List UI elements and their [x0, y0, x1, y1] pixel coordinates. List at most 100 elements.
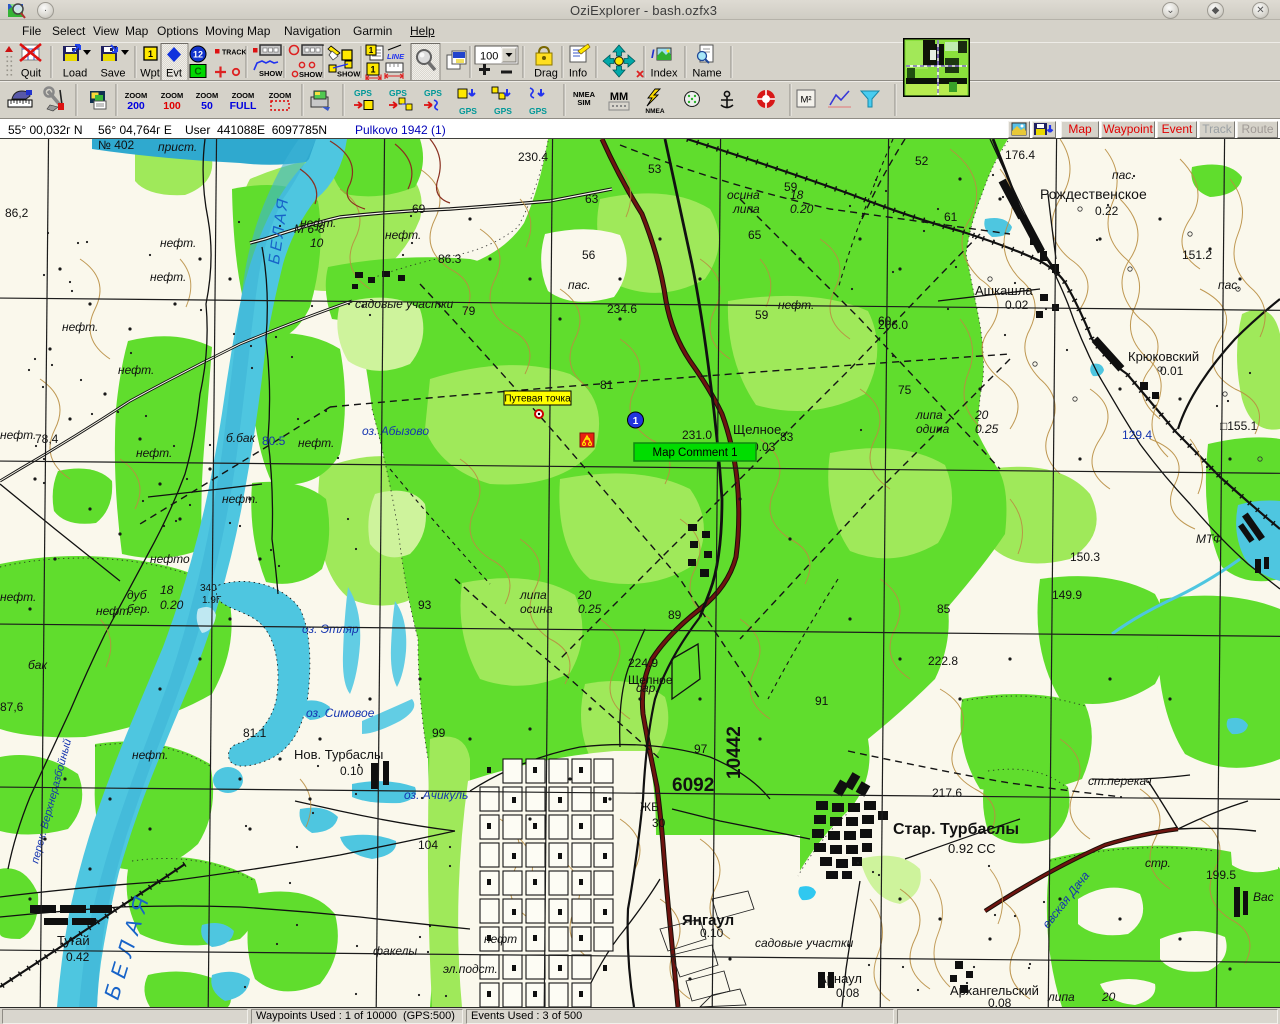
svg-text:53: 53	[648, 162, 662, 176]
svg-text:56: 56	[582, 248, 596, 262]
svg-text:Quit: Quit	[21, 68, 41, 80]
svg-text:нефто: нефто	[150, 552, 190, 566]
svg-text:эл.подст.: эл.подст.	[443, 962, 498, 976]
svg-text:0.22: 0.22	[1095, 204, 1119, 218]
svg-text:пас.: пас.	[1218, 278, 1241, 292]
svg-text:одина: одина	[916, 422, 950, 436]
svg-text:GPS: GPS	[494, 106, 512, 116]
svg-text:30: 30	[652, 816, 666, 830]
svg-text:20: 20	[974, 408, 989, 422]
svg-text:NMEA: NMEA	[645, 108, 664, 115]
svg-text:Ашкашла: Ашкашла	[975, 283, 1033, 298]
svg-text:SIM: SIM	[577, 98, 590, 107]
svg-text:1: 1	[148, 49, 153, 59]
svg-text:липа: липа	[915, 408, 943, 422]
svg-text:0.25: 0.25	[975, 422, 999, 436]
svg-text:63: 63	[585, 192, 599, 206]
svg-text:176.4: 176.4	[1005, 148, 1035, 162]
svg-text:100: 100	[480, 51, 498, 63]
svg-text:0.20: 0.20	[790, 202, 814, 216]
svg-text:Арнаул: Арнаул	[818, 971, 862, 986]
svg-text:1: 1	[633, 416, 639, 427]
svg-text:оз. Абызово: оз. Абызово	[362, 424, 429, 438]
svg-text:нефт: нефт	[484, 932, 517, 946]
svg-text:89: 89	[668, 608, 682, 622]
svg-text:59: 59	[784, 180, 798, 194]
svg-text:50: 50	[201, 100, 213, 112]
svg-text:97: 97	[694, 742, 708, 756]
svg-text:340: 340	[200, 583, 217, 594]
svg-text:83: 83	[780, 430, 794, 444]
svg-text:78,4: 78,4	[35, 432, 59, 446]
svg-text:81.1: 81.1	[243, 726, 267, 740]
svg-text:ZOOM: ZOOM	[196, 91, 219, 100]
svg-text:222.8: 222.8	[928, 654, 958, 668]
svg-text:нефт.: нефт.	[160, 236, 196, 250]
svg-text:нефт.: нефт.	[0, 428, 36, 442]
svg-text:12: 12	[193, 50, 203, 60]
svg-text:садовые участки: садовые участки	[355, 297, 454, 311]
svg-text:87,6: 87,6	[0, 700, 24, 714]
svg-text:Save: Save	[100, 68, 125, 80]
svg-text:□155.1: □155.1	[1220, 419, 1258, 433]
svg-text:оз. Ачикуль: оз. Ачикуль	[404, 788, 468, 802]
svg-text:18: 18	[160, 583, 174, 597]
svg-text:GPS: GPS	[529, 106, 547, 116]
svg-text:прист.: прист.	[158, 140, 197, 154]
svg-text:1: 1	[369, 46, 374, 55]
svg-text:GPS: GPS	[424, 88, 442, 98]
svg-text:MM: MM	[610, 91, 628, 103]
svg-text:52: 52	[915, 154, 929, 168]
svg-text:231.0: 231.0	[682, 428, 712, 442]
svg-text:ст.перекач: ст.перекач	[1088, 774, 1152, 788]
svg-text:Тугай: Тугай	[57, 933, 90, 948]
svg-text:стр.: стр.	[1145, 856, 1171, 870]
svg-text:№ 402: № 402	[98, 139, 135, 152]
svg-text:GPS: GPS	[459, 106, 477, 116]
svg-text:59: 59	[755, 308, 769, 322]
svg-text:86.3: 86.3	[438, 252, 462, 266]
svg-text:20: 20	[1101, 990, 1116, 1004]
svg-text:Name: Name	[692, 68, 721, 80]
svg-text:бак: бак	[28, 658, 48, 672]
svg-text:нефт.: нефт.	[136, 446, 172, 460]
svg-text:86,2: 86,2	[5, 206, 29, 220]
svg-text:нефт.: нефт.	[300, 216, 336, 230]
svg-text:Нов. Турбаслы: Нов. Турбаслы	[294, 747, 383, 762]
svg-text:149.9: 149.9	[1052, 588, 1082, 602]
svg-text:0.01: 0.01	[1160, 364, 1184, 378]
svg-text:нефт.: нефт.	[118, 363, 154, 377]
svg-text:МТФ: МТФ	[1196, 532, 1223, 546]
svg-text:79: 79	[462, 304, 476, 318]
svg-text:ZOOM: ZOOM	[232, 91, 255, 100]
svg-text:75: 75	[898, 383, 912, 397]
svg-text:80.5: 80.5	[262, 434, 286, 448]
svg-text:1: 1	[370, 65, 375, 75]
svg-text:осина: осина	[727, 188, 760, 202]
svg-text:91: 91	[815, 694, 829, 708]
svg-text:200: 200	[127, 100, 145, 112]
svg-text:10: 10	[310, 236, 324, 250]
svg-text:нефт.: нефт.	[222, 492, 258, 506]
svg-text:65: 65	[748, 228, 762, 242]
svg-text:61: 61	[944, 210, 958, 224]
svg-text:0.10: 0.10	[340, 764, 364, 778]
svg-text:факелы: факелы	[373, 944, 417, 958]
svg-text:б.бак: б.бак	[226, 431, 257, 445]
svg-text:85: 85	[937, 602, 951, 616]
svg-text:224.9: 224.9	[628, 656, 658, 670]
svg-text:0.20: 0.20	[160, 598, 184, 612]
svg-text:ЖБ: ЖБ	[640, 800, 659, 814]
svg-text:LINE: LINE	[387, 52, 405, 61]
svg-text:0.92 СС: 0.92 СС	[948, 841, 996, 856]
svg-text:ZOOM: ZOOM	[125, 91, 148, 100]
svg-text:0.08: 0.08	[988, 996, 1012, 1007]
svg-text:дуб: дуб	[127, 588, 148, 602]
svg-text:садовые участки: садовые участки	[755, 936, 854, 950]
svg-text:Load: Load	[63, 68, 87, 80]
svg-text:151.2: 151.2	[1182, 248, 1212, 262]
svg-text:Map Comment 1: Map Comment 1	[652, 447, 737, 459]
svg-text:81: 81	[600, 378, 614, 392]
svg-text:150.3: 150.3	[1070, 550, 1100, 564]
svg-text:ZOOM: ZOOM	[161, 91, 184, 100]
